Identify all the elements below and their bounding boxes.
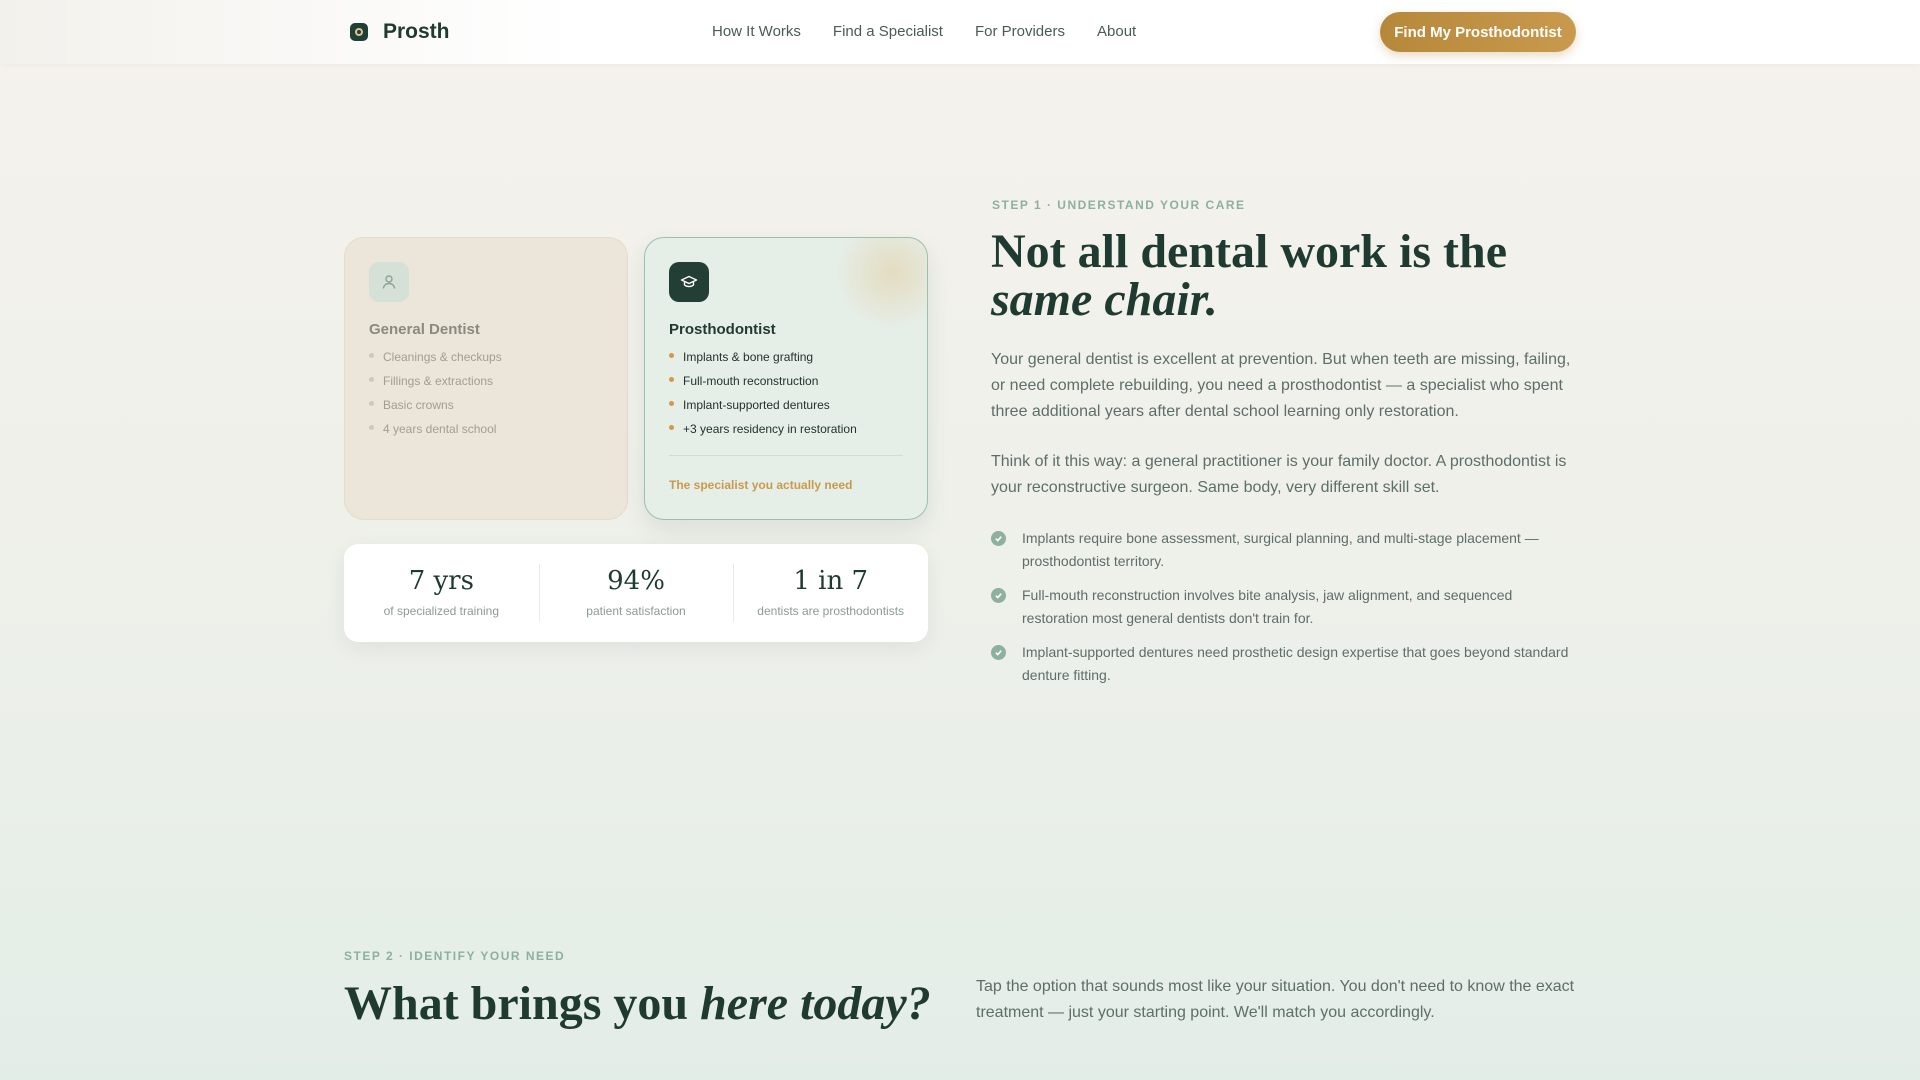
nav-links: How It Works Find a Specialist For Provi… bbox=[712, 23, 1168, 40]
stat-value: 94% bbox=[607, 566, 665, 596]
stat-label: dentists are prosthodontists bbox=[757, 604, 905, 618]
check-icon bbox=[991, 531, 1006, 546]
stat-label: of specialized training bbox=[383, 604, 500, 618]
step1-headline: Not all dental work is the same chair. bbox=[991, 228, 1591, 324]
list-item: +3 years residency in restoration bbox=[669, 422, 857, 446]
logo-icon bbox=[350, 23, 368, 41]
nav-link-find-specialist[interactable]: Find a Specialist bbox=[833, 23, 943, 40]
stats-bar: 7 yrs of specialized training 94% patien… bbox=[344, 544, 928, 642]
brand-name: Prosth bbox=[383, 20, 450, 43]
headline-italic: here today? bbox=[700, 977, 931, 1030]
list-item: Fillings & extractions bbox=[369, 374, 502, 398]
prosthodontist-list: Implants & bone grafting Full-mouth reco… bbox=[669, 350, 857, 446]
check-item: Full-mouth reconstruction involves bite … bbox=[991, 584, 1581, 630]
list-item: Basic crowns bbox=[369, 398, 502, 422]
stat-training: 7 yrs of specialized training bbox=[344, 544, 539, 642]
top-nav: Prosth How It Works Find a Specialist Fo… bbox=[0, 0, 1920, 64]
prosthodontist-card: Prosthodontist Implants & bone grafting … bbox=[644, 237, 928, 520]
nav-link-how-it-works[interactable]: How It Works bbox=[712, 23, 801, 40]
card-divider bbox=[669, 455, 903, 456]
stat-satisfaction: 94% patient satisfaction bbox=[538, 544, 734, 642]
stat-value: 1 in 7 bbox=[793, 566, 869, 596]
step1-paragraph-2: Think of it this way: a general practiti… bbox=[991, 453, 1567, 496]
step1-eyebrow: STEP 1 · UNDERSTAND YOUR CARE bbox=[992, 198, 1246, 212]
list-item: 4 years dental school bbox=[369, 422, 502, 446]
check-icon bbox=[991, 645, 1006, 660]
card-glow bbox=[837, 238, 927, 328]
nav-link-about[interactable]: About bbox=[1097, 23, 1136, 40]
stat-value: 7 yrs bbox=[408, 566, 474, 596]
brand-logo[interactable]: Prosth bbox=[350, 20, 450, 44]
step2-headline: What brings you here today? bbox=[344, 976, 931, 1032]
list-item: Full-mouth reconstruction bbox=[669, 374, 857, 398]
general-dentist-list: Cleanings & checkups Fillings & extracti… bbox=[369, 350, 502, 446]
check-text: Implants require bone assessment, surgic… bbox=[1022, 530, 1539, 569]
list-item: Implants & bone grafting bbox=[669, 350, 857, 374]
list-item: Implant-supported dentures bbox=[669, 398, 857, 422]
check-text: Implant-supported dentures need prosthet… bbox=[1022, 644, 1569, 683]
check-text: Full-mouth reconstruction involves bite … bbox=[1022, 587, 1513, 626]
find-prosthodontist-button[interactable]: Find My Prosthodontist bbox=[1380, 12, 1576, 52]
step1-paragraph-1: Your general dentist is excellent at pre… bbox=[991, 351, 1571, 420]
check-icon bbox=[991, 588, 1006, 603]
general-dentist-card: General Dentist Cleanings & checkups Fil… bbox=[344, 237, 628, 520]
step2-paragraph: Tap the option that sounds most like you… bbox=[976, 978, 1575, 1021]
card-title: Prosthodontist bbox=[669, 321, 776, 338]
nav-link-for-providers[interactable]: For Providers bbox=[975, 23, 1065, 40]
person-icon bbox=[369, 262, 409, 302]
stat-label: patient satisfaction bbox=[586, 604, 686, 618]
headline-plain: Not all dental work is the bbox=[991, 225, 1507, 278]
check-item: Implant-supported dentures need prosthet… bbox=[991, 641, 1581, 687]
step2-eyebrow: STEP 2 · IDENTIFY YOUR NEED bbox=[344, 949, 566, 963]
check-item: Implants require bone assessment, surgic… bbox=[991, 527, 1581, 573]
check-list: Implants require bone assessment, surgic… bbox=[991, 527, 1581, 698]
list-item: Cleanings & checkups bbox=[369, 350, 502, 374]
headline-plain: What brings you bbox=[344, 977, 689, 1030]
specialist-note: The specialist you actually need bbox=[669, 478, 853, 492]
card-title: General Dentist bbox=[369, 321, 480, 338]
stat-ratio: 1 in 7 dentists are prosthodontists bbox=[733, 544, 928, 642]
graduation-cap-icon bbox=[669, 262, 709, 302]
headline-italic: same chair. bbox=[991, 273, 1218, 326]
